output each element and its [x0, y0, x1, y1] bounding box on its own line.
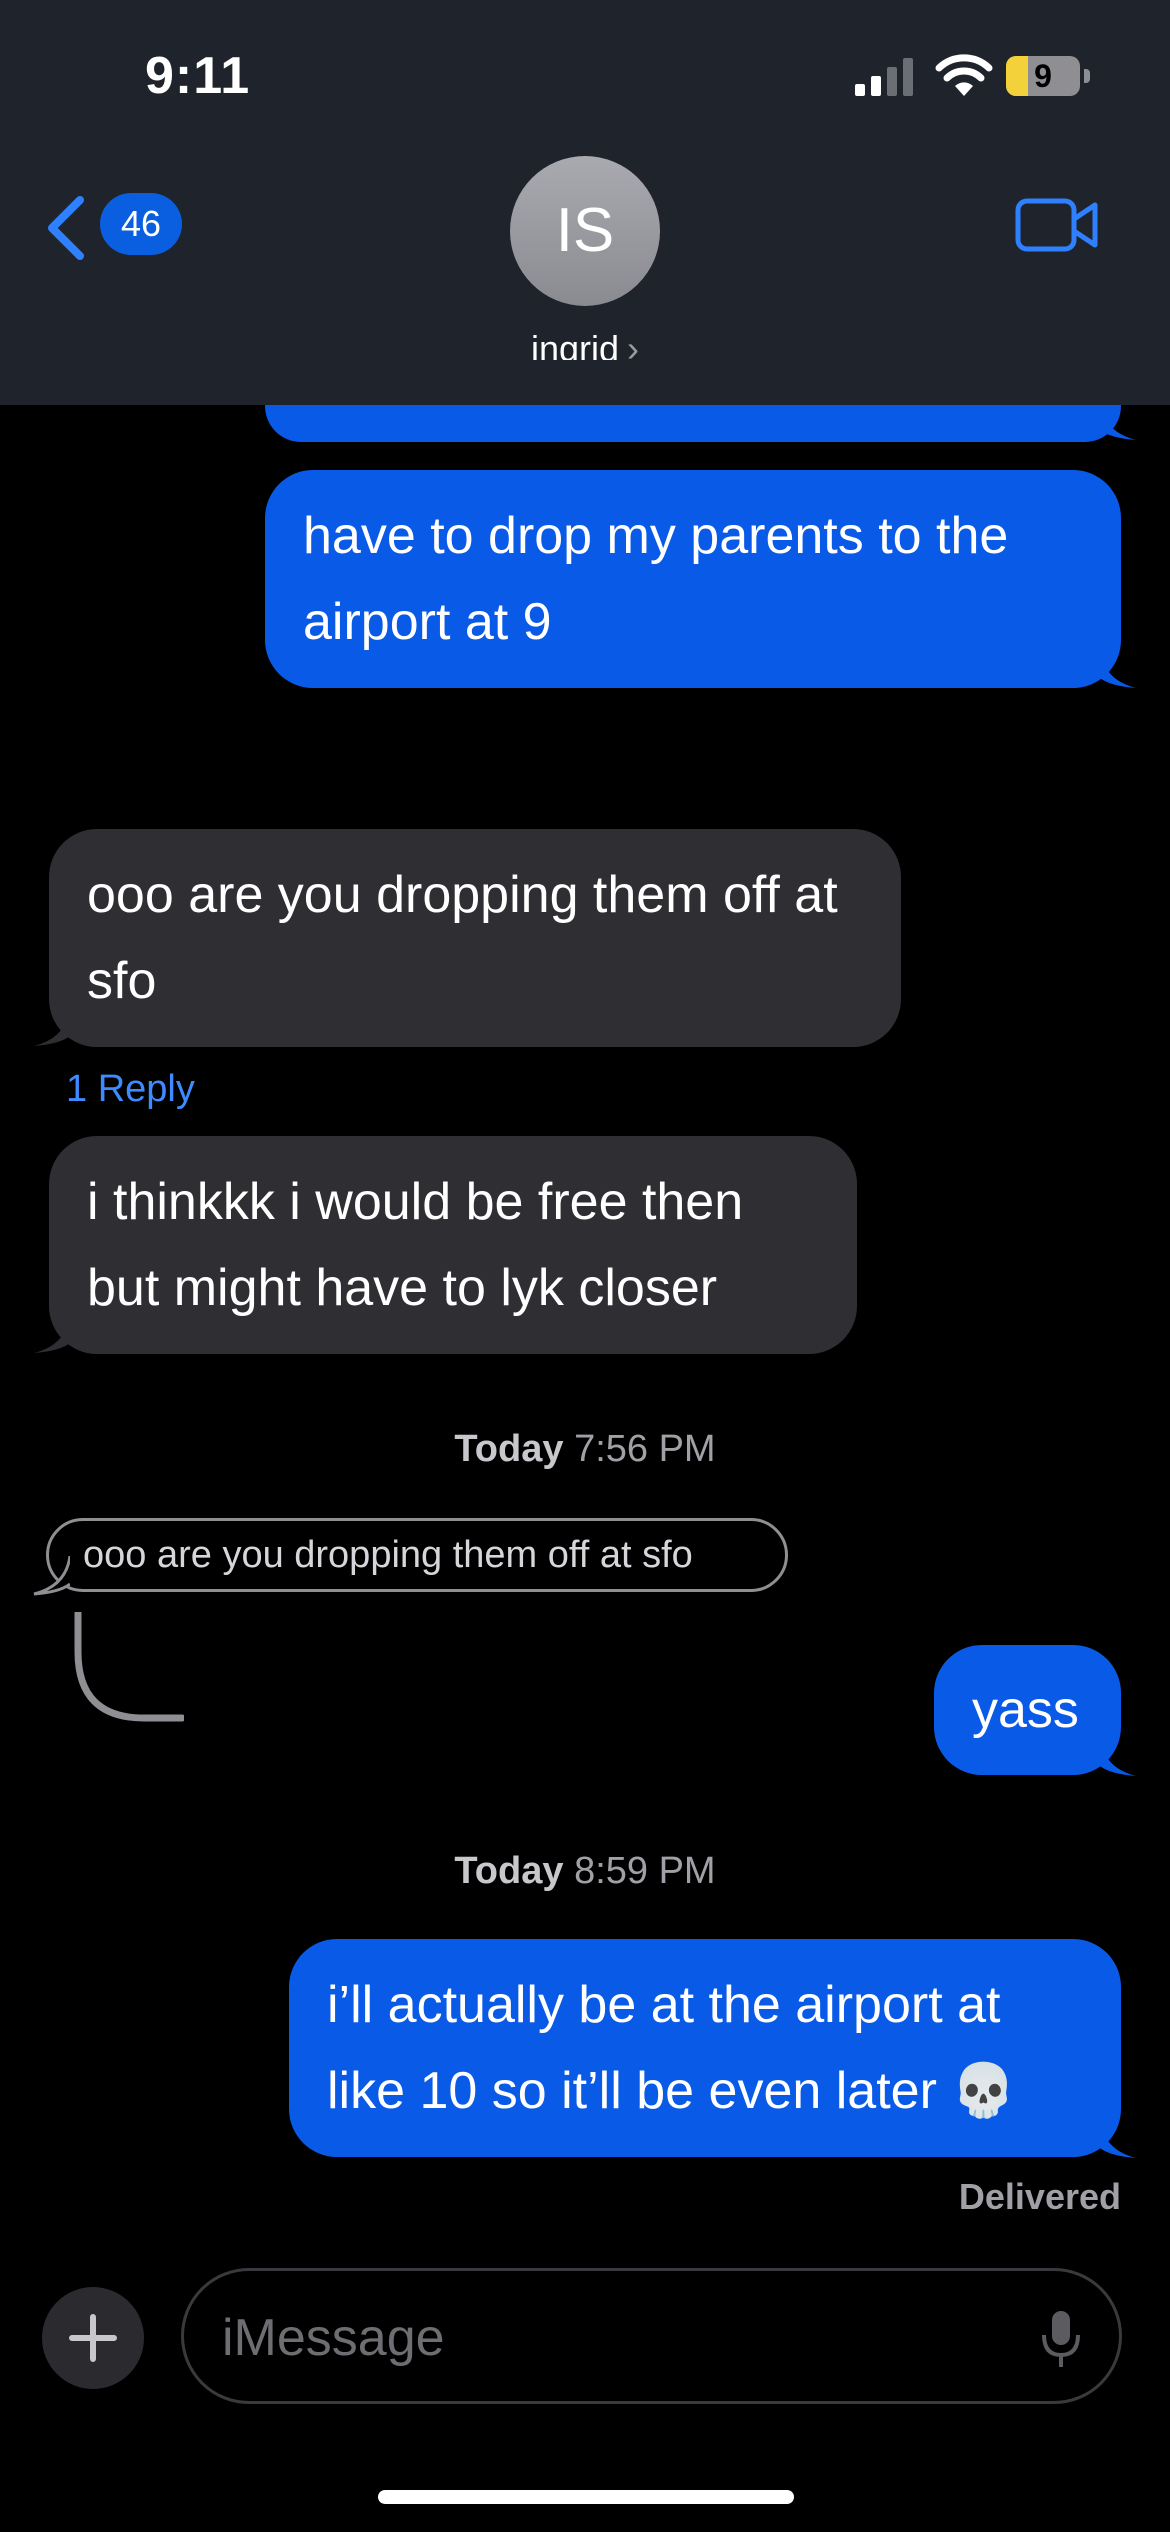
reply-thread-connector	[74, 1612, 184, 1722]
bubble-tail	[1100, 402, 1136, 440]
timestamp-time: 7:56 PM	[574, 1428, 716, 1470]
video-call-icon[interactable]	[1015, 195, 1100, 255]
message-composer[interactable]	[181, 2268, 1122, 2404]
message-bubble-sent[interactable]: have to drop my parents to the airport a…	[265, 470, 1121, 688]
timestamp-separator: Today 7:56 PM	[0, 1428, 1170, 1471]
header-bottom	[0, 360, 1170, 405]
back-button[interactable]: 46	[44, 188, 194, 260]
bubble-tail	[1100, 650, 1136, 688]
chevron-left-icon	[48, 196, 84, 260]
delivery-status: Delivered	[958, 2176, 1121, 2217]
bubble-tail	[1100, 1738, 1136, 1776]
thread-reply-count-link[interactable]: 1 Reply	[66, 1068, 195, 1111]
timestamp-time: 8:59 PM	[574, 1850, 716, 1892]
battery-icon: 9	[1006, 56, 1092, 96]
cellular-signal-icon	[855, 58, 913, 96]
microphone-icon[interactable]	[1039, 2309, 1083, 2369]
unread-count-badge: 46	[100, 193, 182, 255]
status-time: 9:11	[145, 47, 251, 105]
contact-avatar[interactable]: IS	[510, 156, 660, 306]
message-bubble-received[interactable]: i thinkkk i would be free then but might…	[49, 1136, 857, 1354]
battery-level: 9	[1034, 58, 1052, 94]
timestamp-day: Today	[454, 1428, 564, 1470]
quoted-reply-bubble[interactable]: ooo are you dropping them off at sfo	[46, 1518, 788, 1592]
apps-plus-button[interactable]	[42, 2287, 144, 2389]
message-bubble-sent[interactable]: i’ll actually be at the airport at like …	[289, 1939, 1121, 2157]
conversation-header: 9:11 9 46 IS ingrid ›	[0, 0, 1170, 405]
timestamp-day: Today	[454, 1850, 564, 1892]
timestamp-separator: Today 8:59 PM	[0, 1850, 1170, 1893]
bubble-tail	[34, 1008, 70, 1046]
message-bubble-received[interactable]: ooo are you dropping them off at sfo	[49, 829, 901, 1047]
message-input[interactable]	[220, 2301, 984, 2375]
message-bubble-sent[interactable]: yass	[934, 1645, 1121, 1775]
plus-icon	[69, 2314, 117, 2362]
wifi-icon	[935, 54, 993, 96]
home-indicator[interactable]	[378, 2490, 794, 2504]
bubble-tail	[1100, 2120, 1136, 2158]
quoted-bubble-tail	[33, 1556, 70, 1596]
bubble-tail	[34, 1315, 70, 1353]
